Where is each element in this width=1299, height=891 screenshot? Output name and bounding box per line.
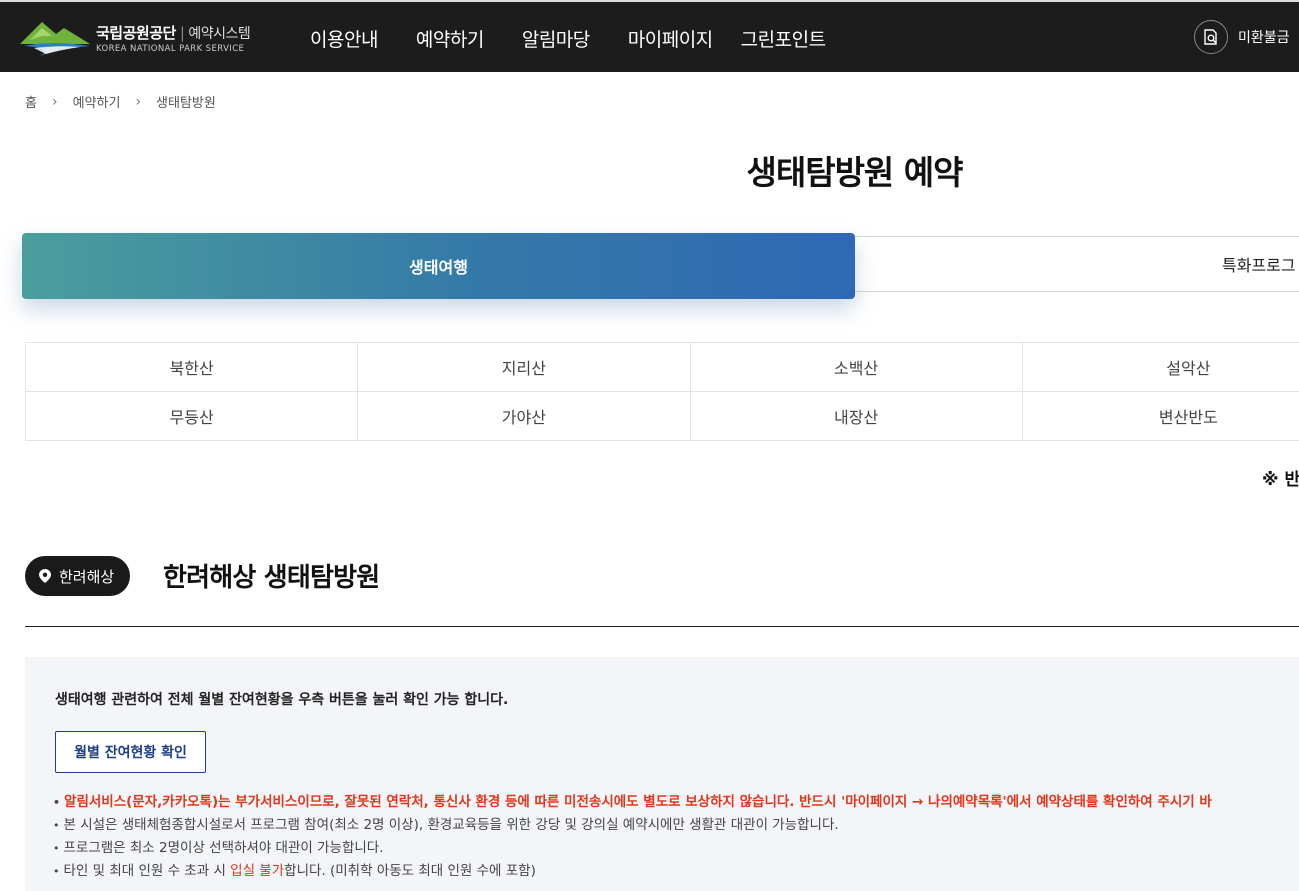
location-badge-label: 한려해상 bbox=[59, 567, 115, 586]
nav-reservation[interactable]: 예약하기 bbox=[416, 25, 484, 52]
tab-eco-travel[interactable]: 생태여행 bbox=[22, 233, 855, 299]
note-facility: 본 시설은 생태체험종합시설로서 프로그램 참여(최소 2명 이상), 환경교육… bbox=[53, 814, 1212, 837]
site-logo[interactable]: 국립공원공단 | 예약시스템 KOREA NATIONAL PARK SERVICE bbox=[20, 16, 280, 58]
info-intro: 생태여행 관련하여 전체 월별 잔여현황을 우측 버튼을 눌러 확인 가능 합니… bbox=[55, 692, 509, 708]
park-byeonsanbando[interactable]: 변산반도 bbox=[1021, 391, 1299, 441]
info-box: 생태여행 관련하여 전체 월별 잔여현황을 우측 버튼을 눌러 확인 가능 합니… bbox=[25, 657, 1299, 891]
chevron-right-icon: › bbox=[51, 93, 58, 110]
logo-korean-name: 국립공원공단 | 예약시스템 bbox=[96, 22, 251, 43]
nav-guide[interactable]: 이용안내 bbox=[310, 25, 378, 52]
logo-org-name: 국립공원공단 bbox=[96, 24, 176, 42]
park-bukhansan[interactable]: 북한산 bbox=[24, 342, 359, 392]
page-title: 생태탐방원 예약 bbox=[746, 153, 963, 192]
nav-mypage[interactable]: 마이페이지 bbox=[628, 25, 713, 52]
monthly-availability-button[interactable]: 월별 잔여현황 확인 bbox=[55, 731, 206, 773]
note-minimum: 프로그램은 최소 2명이상 선택하셔야 대관이 가능합니다. bbox=[53, 837, 1212, 860]
logo-separator: | bbox=[179, 24, 185, 42]
section-title: 한려해상 생태탐방원 bbox=[163, 563, 380, 593]
note-capacity-post: 합니다. (미취학 아동도 최대 인원 수에 포함) bbox=[284, 863, 536, 879]
notes-list: 알림서비스(문자,카카오톡)는 부가서비스이므로, 잘못된 연락처, 통신사 환… bbox=[53, 791, 1212, 883]
location-badge: 한려해상 bbox=[25, 556, 131, 596]
breadcrumb-current: 생태탐방원 bbox=[156, 96, 216, 111]
park-naejangsan[interactable]: 내장산 bbox=[689, 391, 1023, 441]
unrefunded-label: 미환불금 bbox=[1238, 30, 1290, 46]
unrefunded-link[interactable]: 미환불금 bbox=[1194, 20, 1290, 54]
logo-system-name: 예약시스템 bbox=[188, 26, 251, 42]
section-divider bbox=[25, 626, 1299, 627]
nav-greenpoint[interactable]: 그린포인트 bbox=[741, 25, 826, 52]
park-selector: 북한산 지리산 소백산 설악산 무등산 가야산 내장산 변산반도 bbox=[24, 342, 1299, 441]
park-sobaeksan[interactable]: 소백산 bbox=[689, 342, 1023, 392]
tab-special-program[interactable]: 특화프로그 bbox=[1222, 252, 1296, 276]
breadcrumb: 홈 › 예약하기 › 생태탐방원 bbox=[25, 92, 216, 112]
note-capacity-pre: 타인 및 최대 인원 수 초과 시 bbox=[63, 863, 231, 879]
note-capacity-highlight: 입실 불가 bbox=[230, 863, 285, 879]
park-jirisan[interactable]: 지리산 bbox=[357, 342, 691, 392]
breadcrumb-reservation[interactable]: 예약하기 bbox=[73, 92, 121, 111]
top-header: 국립공원공단 | 예약시스템 KOREA NATIONAL PARK SERVICE… bbox=[0, 0, 1299, 72]
park-gayasan[interactable]: 가야산 bbox=[357, 391, 691, 441]
mountain-logo-icon bbox=[20, 22, 90, 56]
park-mudeungsan[interactable]: 무등산 bbox=[24, 391, 359, 441]
chevron-right-icon: › bbox=[135, 93, 142, 110]
map-pin-icon bbox=[39, 569, 51, 583]
alert-notice: 알림서비스(문자,카카오톡)는 부가서비스이므로, 잘못된 연락처, 통신사 환… bbox=[53, 791, 1212, 814]
right-notice: ※ 반 bbox=[1262, 470, 1299, 490]
breadcrumb-home[interactable]: 홈 bbox=[25, 92, 37, 111]
park-seoraksan[interactable]: 설악산 bbox=[1021, 342, 1299, 392]
nav-notice[interactable]: 알림마당 bbox=[522, 25, 590, 52]
document-search-icon bbox=[1194, 20, 1228, 54]
note-capacity: 타인 및 최대 인원 수 초과 시 입실 불가합니다. (미취학 아동도 최대 … bbox=[53, 860, 1212, 883]
main-nav: 이용안내 예약하기 알림마당 마이페이지 그린포인트 bbox=[310, 2, 864, 74]
logo-english-name: KOREA NATIONAL PARK SERVICE bbox=[96, 44, 245, 54]
